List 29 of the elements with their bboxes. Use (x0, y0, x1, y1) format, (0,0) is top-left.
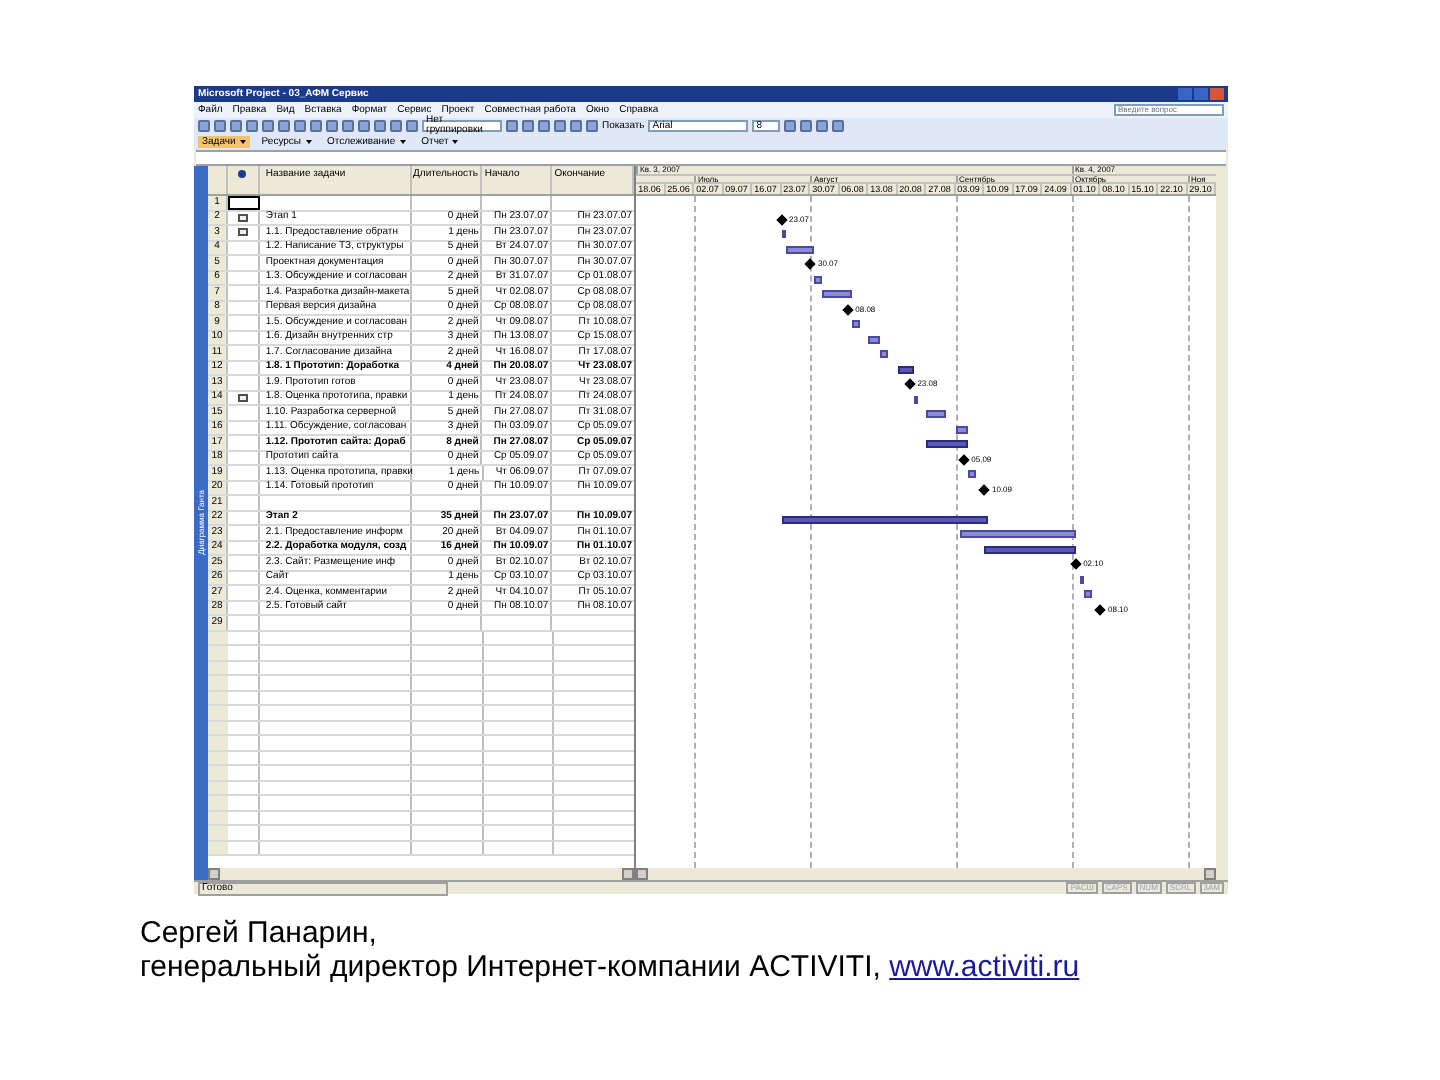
task-bar[interactable] (814, 275, 823, 283)
caret-icon (399, 140, 406, 144)
task-bar[interactable] (1083, 590, 1092, 598)
website-link[interactable]: www.activiti.ru (889, 950, 1080, 984)
caret-icon (305, 140, 312, 144)
task-bar[interactable] (785, 245, 815, 253)
task-bar[interactable] (1079, 575, 1084, 583)
chart-scrollbar[interactable] (636, 868, 1216, 880)
summary-bar[interactable] (897, 365, 914, 373)
task-bar[interactable] (868, 335, 881, 343)
summary-bar[interactable] (781, 515, 989, 523)
task-bar[interactable] (880, 350, 889, 358)
task-bar[interactable] (967, 470, 976, 478)
caret-icon (452, 140, 459, 144)
caption-author: Сергей Панарин, (140, 916, 379, 950)
note-icon (237, 393, 248, 402)
caption-position: генеральный директор Интернет-компании ACTIVITI, www.activiti.ru (140, 950, 1080, 984)
summary-bar[interactable] (984, 545, 1076, 553)
caret-icon (239, 140, 246, 144)
horizontal-scrollbar[interactable] (208, 868, 634, 880)
task-bar[interactable] (955, 425, 968, 433)
task-bar[interactable] (851, 320, 860, 328)
task-bar[interactable] (926, 410, 947, 418)
info-icon (238, 170, 247, 178)
task-bar[interactable] (781, 230, 786, 238)
task-bar[interactable] (913, 395, 918, 403)
vertical-scrollbar[interactable] (1216, 166, 1228, 880)
indicator-cell[interactable] (227, 196, 260, 209)
entry-field[interactable] (196, 150, 1226, 166)
